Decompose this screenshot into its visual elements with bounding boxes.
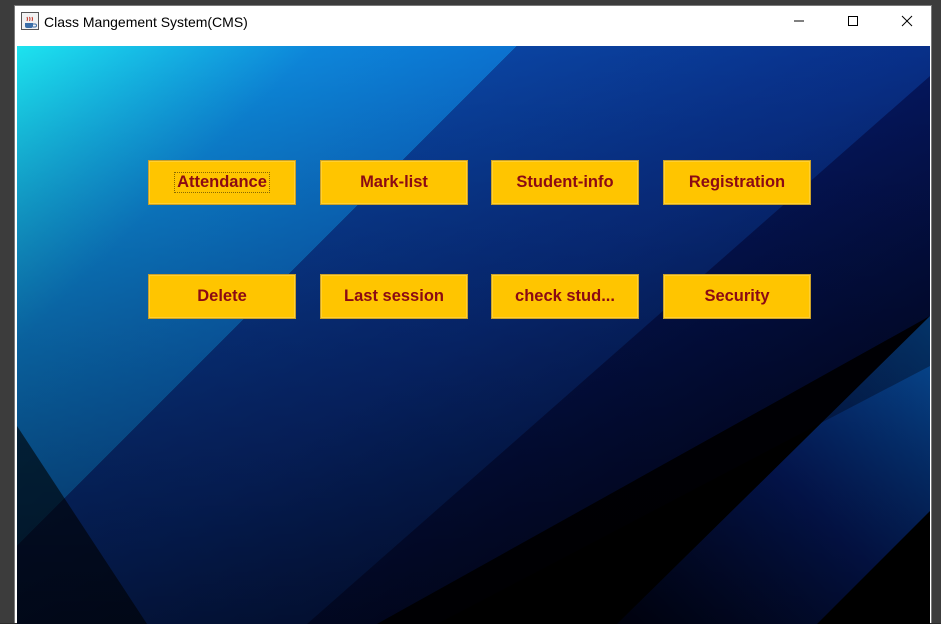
window-title: Class Mangement System(CMS) bbox=[44, 14, 248, 30]
app-window: Class Mangement System(CMS) Attendance M… bbox=[14, 5, 932, 624]
security-button-label: Security bbox=[704, 287, 770, 305]
mark-list-button-label: Mark-list bbox=[360, 173, 428, 191]
delete-button[interactable]: Delete bbox=[148, 274, 296, 319]
registration-button[interactable]: Registration bbox=[663, 160, 811, 205]
last-session-button[interactable]: Last session bbox=[320, 274, 468, 319]
maximize-button[interactable] bbox=[830, 6, 876, 39]
student-info-button[interactable]: Student-info bbox=[491, 160, 639, 205]
java-coffee-cup-icon bbox=[21, 12, 39, 30]
main-panel: Attendance Mark-list Student-info Regist… bbox=[17, 46, 930, 624]
minimize-icon bbox=[793, 14, 805, 32]
maximize-icon bbox=[847, 14, 859, 32]
attendance-button-label: Attendance bbox=[174, 172, 270, 193]
last-session-button-label: Last session bbox=[344, 287, 444, 305]
check-student-button[interactable]: check stud... bbox=[491, 274, 639, 319]
attendance-button[interactable]: Attendance bbox=[148, 160, 296, 205]
registration-button-label: Registration bbox=[688, 173, 786, 191]
check-student-button-label: check stud... bbox=[515, 287, 615, 305]
close-icon bbox=[901, 14, 913, 32]
delete-button-label: Delete bbox=[197, 287, 247, 305]
desktop-backdrop: Class Mangement System(CMS) Attendance M… bbox=[0, 0, 941, 624]
title-bar[interactable]: Class Mangement System(CMS) bbox=[15, 6, 931, 39]
background-graphic bbox=[17, 46, 930, 624]
minimize-button[interactable] bbox=[776, 6, 822, 39]
mark-list-button[interactable]: Mark-list bbox=[320, 160, 468, 205]
close-button[interactable] bbox=[884, 6, 930, 39]
student-info-button-label: Student-info bbox=[516, 173, 614, 191]
security-button[interactable]: Security bbox=[663, 274, 811, 319]
